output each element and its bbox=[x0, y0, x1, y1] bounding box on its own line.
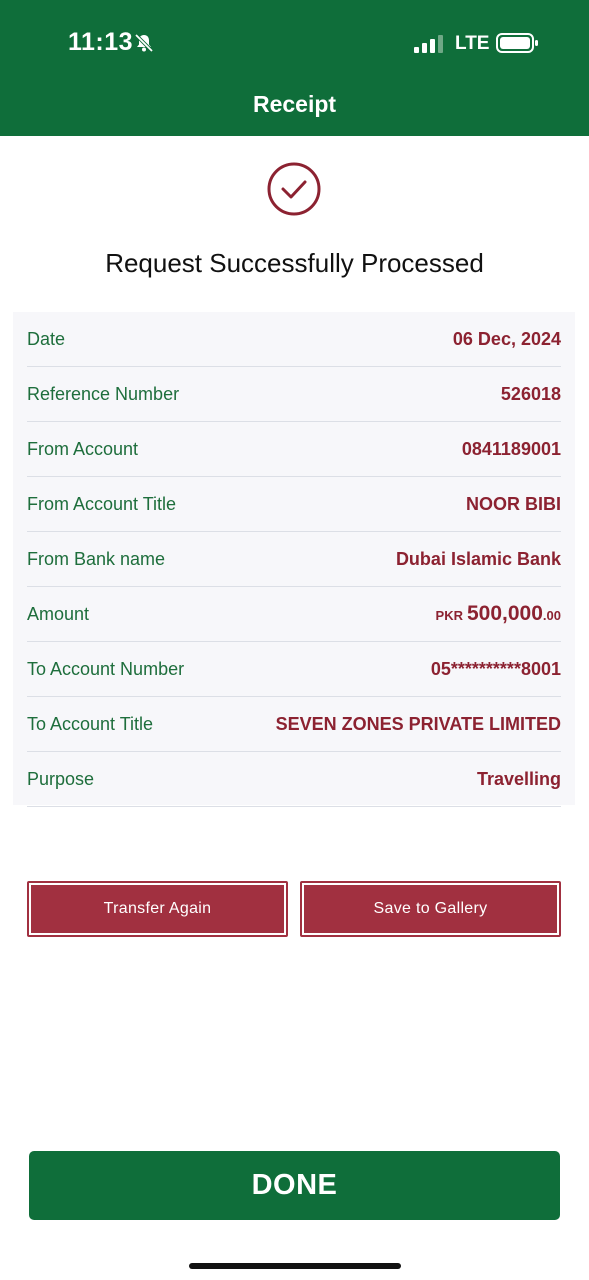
amount-value: PKR 500,000.00 bbox=[436, 602, 561, 626]
network-type: LTE bbox=[455, 33, 490, 54]
amount-main: 500,000 bbox=[467, 602, 543, 625]
save-to-gallery-button[interactable]: Save to Gallery bbox=[300, 881, 561, 937]
receipt-details: Date 06 Dec, 2024 Reference Number 52601… bbox=[13, 312, 575, 807]
page-title: Receipt bbox=[252, 91, 337, 117]
detail-value: 06 Dec, 2024 bbox=[452, 328, 561, 349]
detail-row-from-account: From Account 0841189001 bbox=[27, 422, 561, 477]
detail-value: Dubai Islamic Bank bbox=[395, 548, 561, 569]
battery-icon bbox=[496, 33, 538, 53]
amount-decimal: .00 bbox=[542, 608, 561, 623]
bell-slash-icon bbox=[134, 33, 154, 53]
detail-row-to-account-number: To Account Number 05**********8001 bbox=[27, 642, 561, 697]
detail-row-from-account-title: From Account Title NOOR BIBI bbox=[27, 477, 561, 532]
signal-icon bbox=[414, 35, 443, 53]
detail-label: Amount bbox=[27, 603, 90, 624]
detail-value: NOOR BIBI bbox=[465, 493, 561, 514]
detail-value: 526018 bbox=[500, 383, 561, 404]
detail-label: From Account Title bbox=[27, 493, 177, 514]
detail-label: Purpose bbox=[27, 768, 95, 789]
detail-row-reference: Reference Number 526018 bbox=[27, 367, 561, 422]
transfer-again-button[interactable]: Transfer Again bbox=[27, 881, 288, 937]
check-circle-icon bbox=[267, 162, 321, 216]
detail-label: Date bbox=[27, 328, 66, 349]
app-header: 11:13 LTE Receipt bbox=[0, 0, 589, 136]
detail-row-to-account-title: To Account Title SEVEN ZONES PRIVATE LIM… bbox=[27, 697, 561, 752]
detail-value: Travelling bbox=[476, 768, 561, 789]
detail-label: To Account Title bbox=[27, 713, 154, 734]
done-button[interactable]: DONE bbox=[29, 1151, 560, 1220]
detail-label: From Bank name bbox=[27, 548, 166, 569]
success-heading: Request Successfully Processed bbox=[105, 248, 484, 278]
detail-label: Reference Number bbox=[27, 383, 180, 404]
amount-currency: PKR bbox=[435, 608, 463, 623]
detail-row-from-bank: From Bank name Dubai Islamic Bank bbox=[27, 532, 561, 587]
detail-label: From Account bbox=[27, 438, 139, 459]
detail-value: 0841189001 bbox=[461, 438, 561, 459]
detail-value: SEVEN ZONES PRIVATE LIMITED bbox=[275, 713, 561, 734]
status-time: 11:13 bbox=[68, 28, 134, 56]
detail-row-amount: Amount PKR 500,000.00 bbox=[27, 587, 561, 642]
detail-label: To Account Number bbox=[27, 658, 185, 679]
home-indicator[interactable] bbox=[189, 1263, 401, 1269]
detail-row-date: Date 06 Dec, 2024 bbox=[27, 312, 561, 367]
detail-row-purpose: Purpose Travelling bbox=[27, 752, 561, 807]
detail-value: 05**********8001 bbox=[430, 658, 561, 679]
